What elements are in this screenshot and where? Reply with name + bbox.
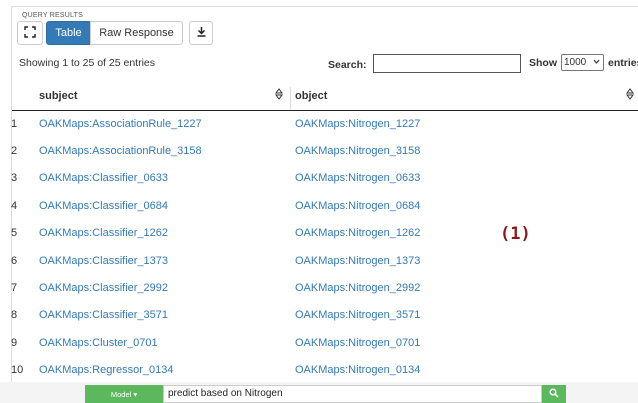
table-row: 4 OAKMaps:Classifier_0684 OAKMaps:Nitrog… xyxy=(11,193,638,220)
sort-icon[interactable] xyxy=(626,88,634,103)
subject-link[interactable]: OAKMaps:Classifier_1373 xyxy=(39,255,168,267)
table-header: subject object xyxy=(12,83,638,111)
subject-link[interactable]: OAKMaps:Classifier_1262 xyxy=(39,227,168,239)
subject-link[interactable]: OAKMaps:Classifier_3571 xyxy=(39,309,168,321)
expand-icon xyxy=(24,25,36,41)
subject-link[interactable]: OAKMaps:Classifier_0633 xyxy=(39,172,168,184)
search-input[interactable] xyxy=(373,54,521,73)
table-row: 6 OAKMaps:Classifier_1373 OAKMaps:Nitrog… xyxy=(11,248,638,275)
object-link[interactable]: OAKMaps:Nitrogen_3158 xyxy=(295,145,420,157)
submit-query-button[interactable] xyxy=(542,385,566,403)
subject-link[interactable]: OAKMaps:Classifier_0684 xyxy=(39,200,168,212)
table-row: 8 OAKMaps:Classifier_3571 OAKMaps:Nitrog… xyxy=(11,302,638,329)
chevron-down-icon xyxy=(593,58,600,67)
download-icon xyxy=(196,26,207,40)
column-divider xyxy=(290,87,291,109)
table-tab[interactable]: Table xyxy=(46,21,91,45)
row-number: 7 xyxy=(11,282,18,294)
query-input[interactable]: predict based on Nitrogen xyxy=(163,385,542,403)
entries-label: entries xyxy=(608,57,638,69)
table-row: 9 OAKMaps:Cluster_0701 OAKMaps:Nitrogen_… xyxy=(11,330,638,357)
row-number: 1 xyxy=(11,118,18,130)
row-number: 4 xyxy=(11,200,18,212)
show-label: Show xyxy=(529,57,557,69)
download-button[interactable] xyxy=(189,21,213,45)
entries-info: Showing 1 to 25 of 25 entries xyxy=(19,57,156,69)
table-row: 1 OAKMaps:AssociationRule_1227 OAKMaps:N… xyxy=(11,111,638,138)
object-link[interactable]: OAKMaps:Nitrogen_3571 xyxy=(295,309,420,321)
query-results-panel: QUERY RESULTS Table Raw Response Showing… xyxy=(11,6,638,382)
subject-link[interactable]: OAKMaps:AssociationRule_1227 xyxy=(39,118,202,130)
table-row: 2 OAKMaps:AssociationRule_3158 OAKMaps:N… xyxy=(11,138,638,165)
row-number: 9 xyxy=(11,337,18,349)
object-link[interactable]: OAKMaps:Nitrogen_1373 xyxy=(295,255,420,267)
entries-per-page-select[interactable]: 1000 xyxy=(561,54,604,71)
object-link[interactable]: OAKMaps:Nitrogen_0684 xyxy=(295,200,420,212)
subject-link[interactable]: OAKMaps:Classifier_2992 xyxy=(39,282,168,294)
panel-title: QUERY RESULTS xyxy=(22,12,83,19)
object-link[interactable]: OAKMaps:Nitrogen_0701 xyxy=(295,337,420,349)
column-header-object[interactable]: object xyxy=(295,90,327,102)
table-row: 7 OAKMaps:Classifier_2992 OAKMaps:Nitrog… xyxy=(11,275,638,302)
object-link[interactable]: OAKMaps:Nitrogen_0134 xyxy=(295,364,420,376)
object-link[interactable]: OAKMaps:Nitrogen_1262 xyxy=(295,227,420,239)
sort-icon[interactable] xyxy=(275,88,283,103)
row-number: 3 xyxy=(11,172,18,184)
subject-link[interactable]: OAKMaps:Regressor_0134 xyxy=(39,364,174,376)
query-bar: Model ▾ predict based on Nitrogen xyxy=(0,382,638,403)
table-row: 3 OAKMaps:Classifier_0633 OAKMaps:Nitrog… xyxy=(11,165,638,192)
subject-link[interactable]: OAKMaps:AssociationRule_3158 xyxy=(39,145,202,157)
table-row: 5 OAKMaps:Classifier_1262 OAKMaps:Nitrog… xyxy=(11,220,638,247)
row-number: 6 xyxy=(11,255,18,267)
column-header-subject[interactable]: subject xyxy=(39,90,78,102)
object-link[interactable]: OAKMaps:Nitrogen_2992 xyxy=(295,282,420,294)
entries-per-page-value: 1000 xyxy=(564,57,587,68)
row-number: 8 xyxy=(11,309,18,321)
row-number: 10 xyxy=(11,364,24,376)
raw-response-tab[interactable]: Raw Response xyxy=(90,21,183,45)
subject-link[interactable]: OAKMaps:Cluster_0701 xyxy=(39,337,158,349)
model-dropdown-button[interactable]: Model ▾ xyxy=(85,385,163,403)
expand-button[interactable] xyxy=(17,21,43,45)
object-link[interactable]: OAKMaps:Nitrogen_1227 xyxy=(295,118,420,130)
table-row: 10 OAKMaps:Regressor_0134 OAKMaps:Nitrog… xyxy=(11,357,638,384)
row-number: 5 xyxy=(11,227,18,239)
object-link[interactable]: OAKMaps:Nitrogen_0633 xyxy=(295,172,420,184)
search-label: Search: xyxy=(328,59,367,71)
row-number: 2 xyxy=(11,145,18,157)
search-icon xyxy=(549,385,559,403)
annotation-label: (1) xyxy=(500,224,531,244)
